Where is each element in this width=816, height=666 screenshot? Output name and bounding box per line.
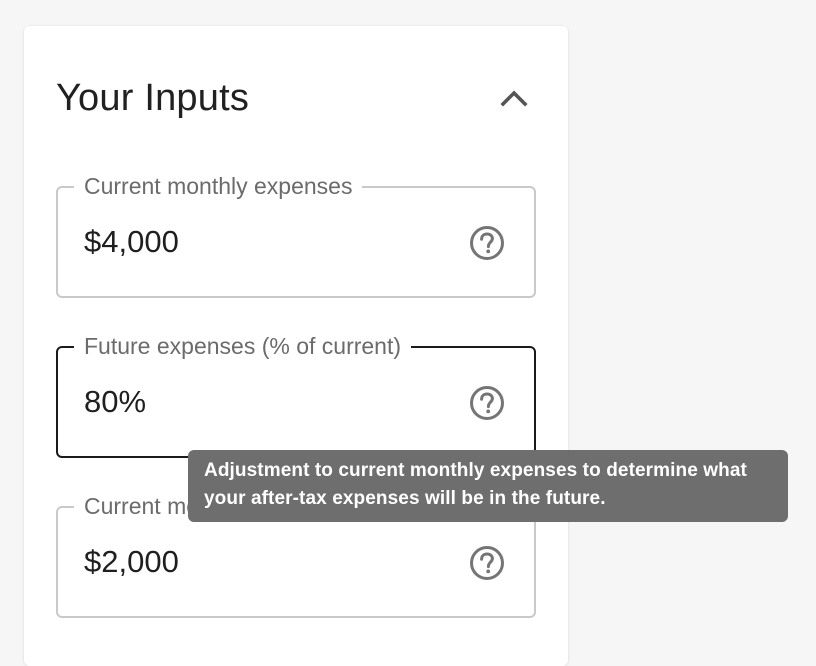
- field-label: Current monthly expenses: [74, 171, 363, 201]
- help-button[interactable]: [468, 224, 506, 262]
- future-expenses-field[interactable]: Future expenses (% of current) 80%: [56, 331, 536, 458]
- future-expenses-input[interactable]: 80%: [84, 382, 146, 422]
- help-button[interactable]: [468, 544, 506, 582]
- panel-title: Your Inputs: [56, 77, 250, 119]
- current-monthly-expenses-field[interactable]: Current monthly expenses $4,000: [56, 171, 536, 298]
- inputs-panel: Your Inputs Current monthly expenses $4,…: [24, 26, 568, 666]
- help-tooltip: Adjustment to current monthly expenses t…: [188, 450, 788, 522]
- current-monthly-savings-input[interactable]: $2,000: [84, 542, 179, 582]
- help-circle-icon: [470, 226, 504, 260]
- help-circle-icon: [470, 546, 504, 580]
- current-monthly-savings-field[interactable]: Current monthly savings $2,000: [56, 491, 536, 618]
- panel-header: Your Inputs: [56, 72, 536, 124]
- chevron-up-icon: [500, 90, 528, 107]
- current-monthly-expenses-input[interactable]: $4,000: [84, 222, 179, 262]
- collapse-button[interactable]: [492, 76, 536, 120]
- field-label: Future expenses (% of current): [74, 331, 412, 361]
- help-button[interactable]: [468, 384, 506, 422]
- help-circle-icon: [470, 386, 504, 420]
